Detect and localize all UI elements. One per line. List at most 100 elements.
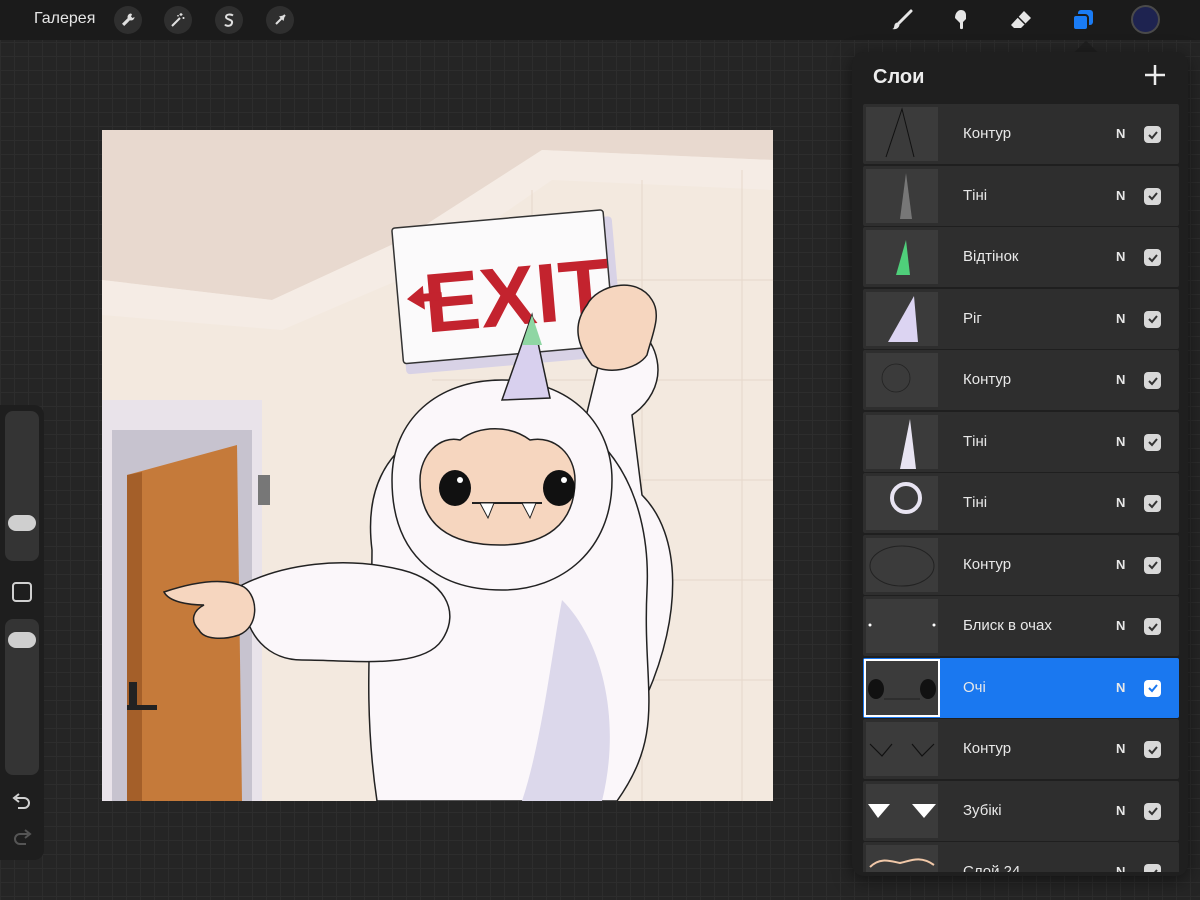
layer-name: Тіні (963, 186, 988, 204)
layer-row[interactable]: Контур N (863, 719, 1179, 779)
layer-thumbnail[interactable] (866, 476, 938, 530)
layer-name: Очі (963, 678, 986, 696)
layer-name: Слой 24 (963, 863, 1021, 872)
checkmark-icon (1147, 315, 1158, 324)
layer-thumbnail[interactable] (866, 722, 938, 776)
layer-visibility-checkbox[interactable] (1144, 433, 1161, 451)
wrench-icon[interactable] (114, 6, 142, 34)
layer-visibility-checkbox[interactable] (1144, 187, 1161, 205)
selection-s-icon[interactable] (215, 6, 243, 34)
layer-visibility-checkbox[interactable] (1144, 372, 1161, 389)
blend-mode-button[interactable]: N (1116, 434, 1125, 449)
brush-icon[interactable] (888, 6, 916, 34)
layer-visibility-checkbox[interactable] (1144, 679, 1161, 697)
checkmark-icon (1147, 807, 1158, 816)
layer-visibility-checkbox[interactable] (1144, 249, 1161, 266)
layer-thumbnail[interactable] (866, 291, 938, 346)
color-picker-swatch[interactable] (1131, 5, 1160, 34)
transform-arrow-icon[interactable] (266, 6, 294, 34)
plus-icon[interactable] (1142, 62, 1168, 88)
layer-row[interactable]: Контур N (863, 104, 1179, 164)
blend-mode-button[interactable]: N (1116, 680, 1125, 695)
layer-visibility-checkbox[interactable] (1144, 310, 1161, 328)
drawing-canvas[interactable]: EXIT (102, 130, 773, 801)
layer-thumbnail[interactable] (866, 537, 938, 592)
eraser-icon[interactable] (1007, 6, 1035, 34)
blend-mode-button[interactable]: N (1116, 249, 1125, 264)
layer-row[interactable]: Тіні N (863, 165, 1179, 226)
checkmark-icon (1147, 622, 1158, 631)
layer-visibility-checkbox[interactable] (1144, 556, 1161, 574)
magic-wand-icon[interactable] (164, 6, 192, 34)
layer-thumbnail[interactable] (866, 230, 938, 284)
layer-thumbnail[interactable] (864, 658, 940, 717)
layer-row[interactable]: Контур N (863, 534, 1179, 595)
checkmark-icon (1147, 745, 1158, 754)
layer-row[interactable]: Тіні N (863, 411, 1179, 472)
layer-list: Контур N Тіні N Відтінок N Ріг N Контур N Тіні N Тін… (863, 104, 1179, 872)
layers-icon[interactable] (1069, 6, 1097, 34)
blend-mode-button[interactable]: N (1116, 372, 1125, 387)
layer-name: Тіні (963, 432, 988, 450)
redo-icon[interactable] (10, 829, 34, 849)
layer-thumbnail[interactable] (866, 107, 938, 161)
layer-name: Тіні (963, 494, 988, 511)
layer-name: Ріг (963, 309, 982, 327)
checkmark-icon (1147, 192, 1158, 201)
layer-name: Зубікі (963, 801, 1002, 819)
layer-row[interactable]: Контур N (863, 350, 1179, 410)
blend-mode-button[interactable]: N (1116, 618, 1125, 633)
checkmark-icon (1147, 561, 1158, 570)
layer-row[interactable]: Ріг N (863, 288, 1179, 349)
layer-visibility-checkbox[interactable] (1144, 495, 1161, 512)
layer-thumbnail[interactable] (866, 414, 938, 469)
blend-mode-button[interactable]: N (1116, 311, 1125, 326)
smudge-icon[interactable] (947, 6, 975, 34)
layer-visibility-checkbox[interactable] (1144, 618, 1161, 635)
layer-visibility-checkbox[interactable] (1144, 741, 1161, 758)
layer-visibility-checkbox[interactable] (1144, 802, 1161, 820)
layer-visibility-checkbox[interactable] (1144, 864, 1161, 872)
gallery-button[interactable]: Галерея (34, 10, 95, 28)
layer-name: Відтінок (963, 248, 1019, 265)
checkmark-icon (1147, 499, 1158, 508)
blend-mode-button[interactable]: N (1116, 495, 1125, 510)
layer-thumbnail[interactable] (866, 168, 938, 223)
brush-size-slider[interactable] (5, 411, 39, 561)
brush-size-knob[interactable] (8, 515, 36, 531)
opacity-knob[interactable] (8, 632, 36, 648)
checkmark-icon (1147, 376, 1158, 385)
layer-name: Контур (963, 125, 1012, 142)
left-sidebar (0, 405, 44, 860)
layer-visibility-checkbox[interactable] (1144, 126, 1161, 143)
layer-row[interactable]: Зубікі N (863, 780, 1179, 841)
layer-thumbnail[interactable] (866, 353, 938, 407)
layer-row[interactable]: Тіні N (863, 473, 1179, 533)
checkmark-icon (1147, 130, 1158, 139)
layer-name: Контур (963, 555, 1012, 573)
layer-name: Контур (963, 371, 1012, 388)
layer-row[interactable]: Відтінок N (863, 227, 1179, 287)
modify-square-icon[interactable] (12, 582, 32, 602)
layer-name: Контур (963, 740, 1012, 757)
blend-mode-button[interactable]: N (1116, 557, 1125, 572)
checkmark-icon (1147, 684, 1158, 693)
layers-panel-title: Слои (873, 66, 925, 88)
layer-thumbnail[interactable] (866, 599, 938, 653)
layer-row[interactable]: Блиск в очах N (863, 596, 1179, 656)
layer-thumbnail[interactable] (866, 845, 938, 872)
opacity-slider[interactable] (5, 619, 39, 775)
blend-mode-button[interactable]: N (1116, 188, 1125, 203)
layers-panel: Слои Контур N Тіні N Відтінок N Ріг N Контур N Тін… (852, 52, 1188, 876)
layer-row[interactable]: Очі N (863, 657, 1179, 718)
blend-mode-button[interactable]: N (1116, 126, 1125, 141)
top-toolbar: Галерея (0, 0, 1200, 40)
blend-mode-button[interactable]: N (1116, 741, 1125, 756)
blend-mode-button[interactable]: N (1116, 864, 1125, 872)
blend-mode-button[interactable]: N (1116, 803, 1125, 818)
layer-thumbnail[interactable] (866, 783, 938, 838)
layer-name: Блиск в очах (963, 617, 1052, 634)
layer-row[interactable]: Слой 24 N (863, 842, 1179, 872)
undo-icon[interactable] (10, 793, 34, 813)
checkmark-icon (1149, 868, 1158, 872)
